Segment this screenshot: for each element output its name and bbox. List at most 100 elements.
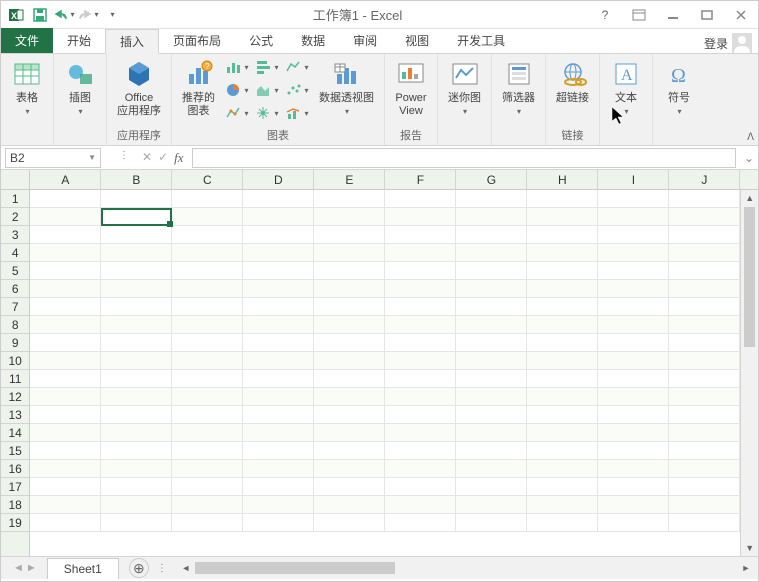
cell[interactable] xyxy=(385,352,456,370)
cell[interactable] xyxy=(385,460,456,478)
cell[interactable] xyxy=(30,496,101,514)
cell[interactable] xyxy=(314,226,385,244)
cell[interactable] xyxy=(243,442,314,460)
cell[interactable] xyxy=(669,496,740,514)
cell[interactable] xyxy=(385,370,456,388)
col-header[interactable]: E xyxy=(314,170,385,189)
row-header[interactable]: 8 xyxy=(1,316,29,334)
row-header[interactable]: 14 xyxy=(1,424,29,442)
cell[interactable] xyxy=(172,496,243,514)
cell[interactable] xyxy=(30,370,101,388)
scatter-chart-button[interactable]: ▾ xyxy=(283,79,311,101)
cell[interactable] xyxy=(669,424,740,442)
col-header[interactable]: D xyxy=(243,170,314,189)
scroll-thumb[interactable] xyxy=(744,207,755,347)
cell-grid[interactable] xyxy=(30,190,740,556)
cell[interactable] xyxy=(527,280,598,298)
scroll-up-icon[interactable]: ▲ xyxy=(741,190,758,206)
cell[interactable] xyxy=(456,298,527,316)
cell[interactable] xyxy=(598,424,669,442)
column-chart-button[interactable]: ▾ xyxy=(223,56,251,78)
cell[interactable] xyxy=(243,388,314,406)
select-all-corner[interactable] xyxy=(1,170,30,190)
cell[interactable] xyxy=(30,352,101,370)
cell[interactable] xyxy=(172,460,243,478)
cell[interactable] xyxy=(314,370,385,388)
cell[interactable] xyxy=(243,460,314,478)
cell[interactable] xyxy=(456,388,527,406)
cell[interactable] xyxy=(527,298,598,316)
cell[interactable] xyxy=(527,370,598,388)
pivot-chart-button[interactable]: 数据透视图▾ xyxy=(313,56,380,120)
area-chart-button[interactable]: ▾ xyxy=(253,79,281,101)
cell[interactable] xyxy=(314,190,385,208)
cell[interactable] xyxy=(527,514,598,532)
cell[interactable] xyxy=(385,334,456,352)
cell[interactable] xyxy=(30,316,101,334)
cell[interactable] xyxy=(314,316,385,334)
cell[interactable] xyxy=(314,496,385,514)
cell[interactable] xyxy=(172,298,243,316)
cell[interactable] xyxy=(598,280,669,298)
cell[interactable] xyxy=(598,334,669,352)
cell[interactable] xyxy=(385,226,456,244)
cell[interactable] xyxy=(456,496,527,514)
cell[interactable] xyxy=(314,460,385,478)
hyperlink-button[interactable]: 超链接 xyxy=(550,56,595,107)
cell[interactable] xyxy=(172,406,243,424)
cell[interactable] xyxy=(385,406,456,424)
cell[interactable] xyxy=(243,208,314,226)
col-header[interactable]: A xyxy=(30,170,101,189)
cell[interactable] xyxy=(527,334,598,352)
cell[interactable] xyxy=(101,298,172,316)
cell[interactable] xyxy=(598,370,669,388)
cell[interactable] xyxy=(385,388,456,406)
scroll-right-icon[interactable]: ► xyxy=(738,563,754,573)
cell[interactable] xyxy=(243,262,314,280)
maximize-icon[interactable] xyxy=(694,5,720,25)
cell[interactable] xyxy=(243,352,314,370)
sparklines-button[interactable]: 迷你图▾ xyxy=(442,56,487,120)
tab-layout[interactable]: 页面布局 xyxy=(159,28,235,53)
cell[interactable] xyxy=(314,244,385,262)
tab-split-handle[interactable]: ⋮ xyxy=(151,563,174,574)
horizontal-scrollbar[interactable]: ◄ ► xyxy=(178,560,754,576)
row-header[interactable]: 6 xyxy=(1,280,29,298)
add-sheet-button[interactable]: ⊕ xyxy=(129,558,149,578)
cell[interactable] xyxy=(30,514,101,532)
cell[interactable] xyxy=(101,244,172,262)
cell[interactable] xyxy=(385,262,456,280)
cell[interactable] xyxy=(101,370,172,388)
cell[interactable] xyxy=(172,352,243,370)
cell[interactable] xyxy=(456,406,527,424)
cancel-icon[interactable]: ✕ xyxy=(142,150,152,166)
cell[interactable] xyxy=(669,280,740,298)
cell[interactable] xyxy=(314,388,385,406)
col-header[interactable]: J xyxy=(669,170,740,189)
illustrations-button[interactable]: 插图▾ xyxy=(58,56,102,120)
tab-dev[interactable]: 开发工具 xyxy=(443,28,519,53)
cell[interactable] xyxy=(101,442,172,460)
row-headers[interactable]: 12345678910111213141516171819 xyxy=(1,190,30,556)
cell[interactable] xyxy=(314,442,385,460)
cell[interactable] xyxy=(172,424,243,442)
cell[interactable] xyxy=(527,352,598,370)
user-icon[interactable] xyxy=(732,33,752,53)
bar-chart-button[interactable]: ▾ xyxy=(253,56,281,78)
row-header[interactable]: 12 xyxy=(1,388,29,406)
cell[interactable] xyxy=(456,316,527,334)
cell[interactable] xyxy=(30,442,101,460)
cell[interactable] xyxy=(669,298,740,316)
cell[interactable] xyxy=(456,370,527,388)
col-header[interactable]: C xyxy=(172,170,243,189)
cell[interactable] xyxy=(456,352,527,370)
cell[interactable] xyxy=(243,334,314,352)
cell[interactable] xyxy=(243,190,314,208)
cell[interactable] xyxy=(101,208,172,226)
tab-formulas[interactable]: 公式 xyxy=(235,28,287,53)
row-header[interactable]: 5 xyxy=(1,262,29,280)
sheet-prev-icon[interactable]: ◄ xyxy=(13,562,24,574)
cell[interactable] xyxy=(101,334,172,352)
cell[interactable] xyxy=(243,280,314,298)
cell[interactable] xyxy=(30,388,101,406)
